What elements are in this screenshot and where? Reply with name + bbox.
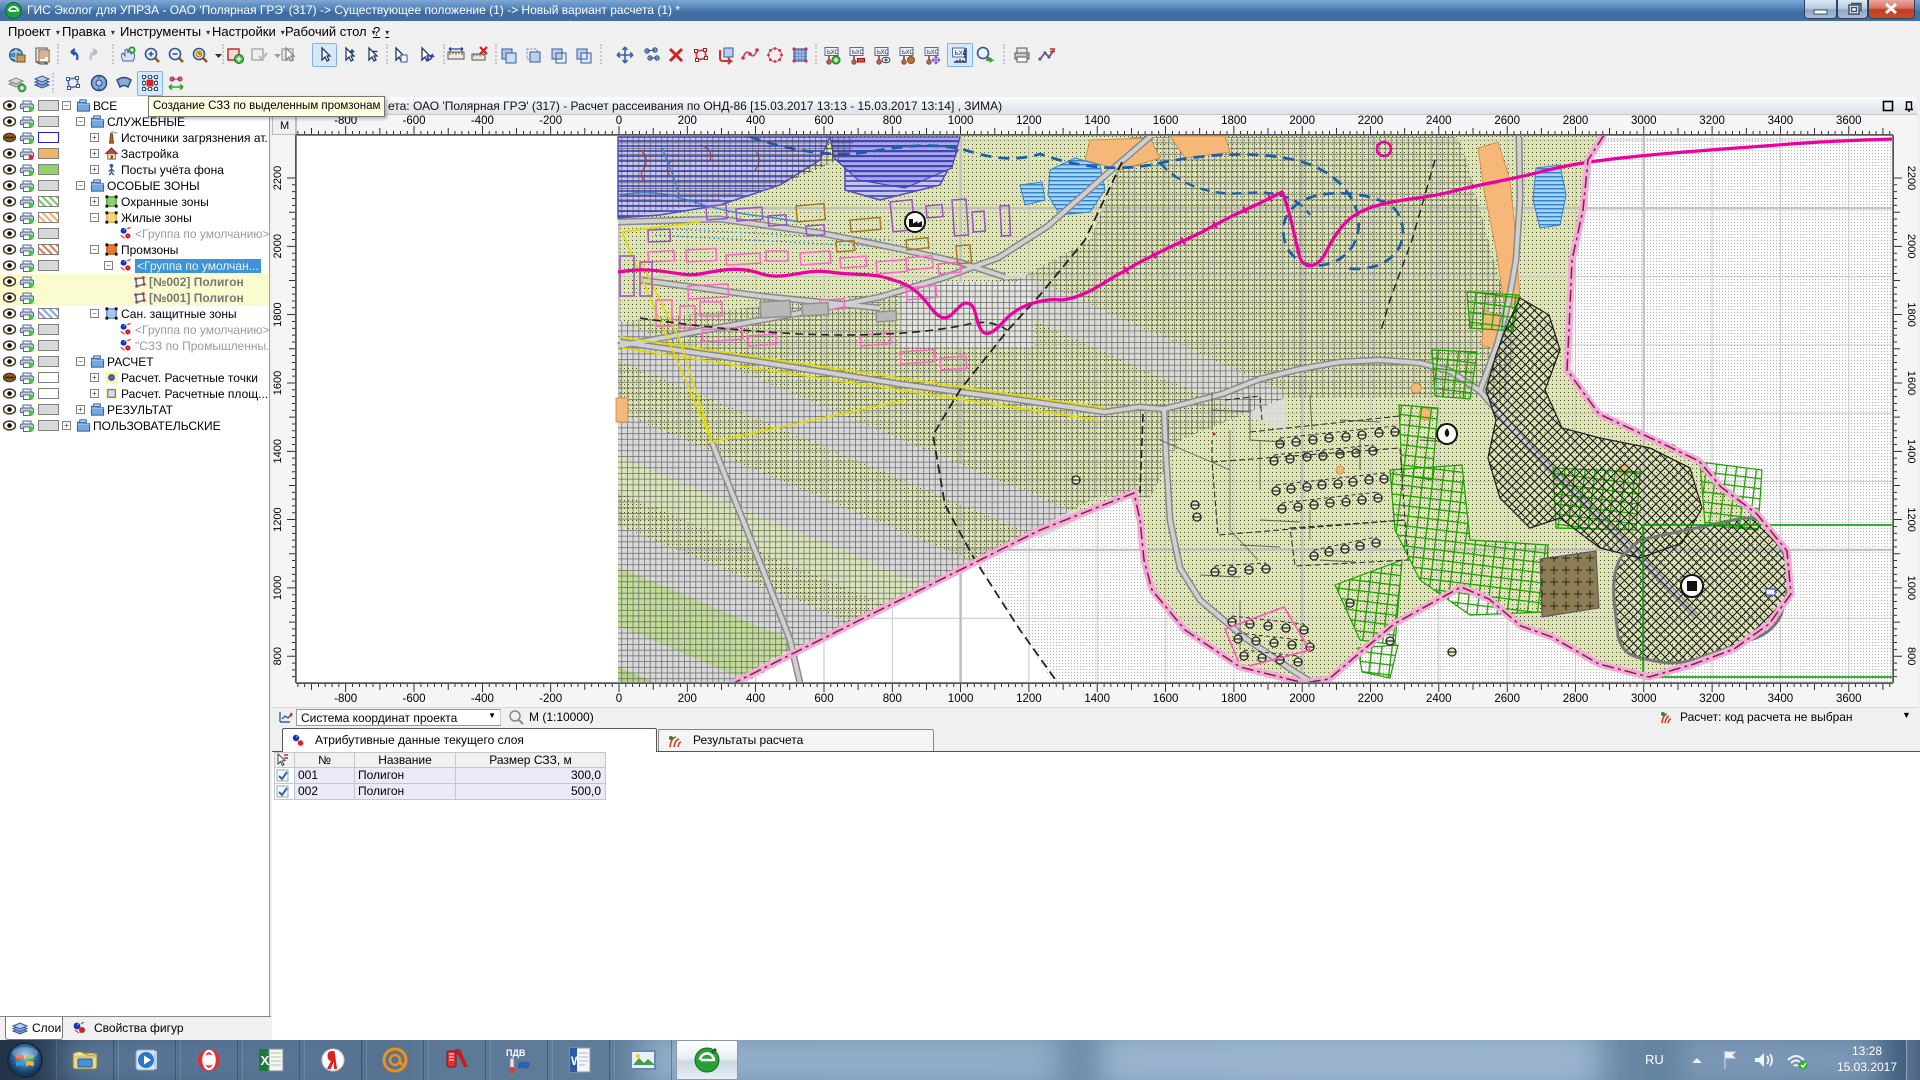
svg-text:2800: 2800: [1563, 693, 1589, 705]
svg-text:1800: 1800: [1221, 115, 1247, 127]
svg-text:0: 0: [616, 115, 622, 127]
svg-text:200: 200: [678, 115, 697, 127]
svg-text:ПДВ: ПДВ: [506, 1048, 526, 1058]
svg-text:2000: 2000: [1289, 693, 1315, 705]
svg-text:ЬХС: ЬХС: [877, 50, 889, 56]
svg-text:1000: 1000: [948, 115, 974, 127]
svg-text:1200: 1200: [1016, 693, 1042, 705]
svg-text:1800: 1800: [1905, 302, 1917, 326]
svg-text:1600: 1600: [1153, 115, 1179, 127]
svg-text:0: 0: [616, 693, 622, 705]
svg-text:2200: 2200: [1905, 166, 1917, 190]
svg-text:400: 400: [746, 115, 765, 127]
svg-text:-800: -800: [334, 693, 357, 705]
svg-text:2200: 2200: [272, 166, 284, 190]
svg-text:ЬХС: ЬХС: [902, 50, 914, 56]
svg-text:X: X: [261, 1053, 270, 1068]
svg-text:-600: -600: [402, 693, 425, 705]
svg-text:2200: 2200: [1358, 115, 1384, 127]
svg-text:800: 800: [1905, 647, 1917, 665]
svg-text:ЬХС: ЬХС: [827, 50, 839, 56]
svg-text:3000: 3000: [1631, 693, 1657, 705]
svg-text:1000: 1000: [1905, 576, 1917, 600]
svg-text:-200: -200: [539, 693, 562, 705]
svg-text:600: 600: [814, 115, 833, 127]
svg-text:2800: 2800: [1563, 115, 1589, 127]
svg-text:200: 200: [678, 693, 697, 705]
svg-text:1400: 1400: [1084, 693, 1110, 705]
svg-text:600: 600: [814, 693, 833, 705]
svg-text:3400: 3400: [1768, 115, 1794, 127]
svg-text:800: 800: [272, 647, 284, 665]
svg-text:-400: -400: [471, 115, 494, 127]
svg-text:800: 800: [883, 115, 902, 127]
svg-text:1200: 1200: [272, 507, 284, 531]
svg-text:1400: 1400: [1905, 439, 1917, 463]
svg-text:1800: 1800: [1221, 693, 1247, 705]
svg-text:-600: -600: [402, 115, 425, 127]
svg-text:2000: 2000: [272, 234, 284, 258]
svg-text:3400: 3400: [1768, 693, 1794, 705]
svg-text:ЬХС: ЬХС: [852, 50, 864, 56]
svg-text:1200: 1200: [1905, 507, 1917, 531]
svg-text:2000: 2000: [1905, 234, 1917, 258]
svg-text:2600: 2600: [1494, 115, 1520, 127]
svg-text:2400: 2400: [1426, 693, 1452, 705]
svg-text:2400: 2400: [1426, 115, 1452, 127]
svg-text:-200: -200: [539, 115, 562, 127]
svg-text:1600: 1600: [1153, 693, 1179, 705]
svg-text:М: М: [280, 120, 289, 132]
svg-text:1400: 1400: [272, 439, 284, 463]
svg-text:3600: 3600: [1836, 693, 1862, 705]
svg-text:2600: 2600: [1494, 693, 1520, 705]
svg-text:1000: 1000: [272, 576, 284, 600]
svg-text:3600: 3600: [1836, 115, 1862, 127]
svg-text:400: 400: [746, 693, 765, 705]
svg-text:1400: 1400: [1084, 115, 1110, 127]
svg-text:3000: 3000: [1631, 115, 1657, 127]
svg-text:2200: 2200: [1358, 693, 1384, 705]
svg-text:1000: 1000: [948, 693, 974, 705]
svg-text:3200: 3200: [1699, 115, 1725, 127]
svg-text:2000: 2000: [1289, 115, 1315, 127]
svg-text:ЬХС: ЬХС: [927, 50, 939, 56]
svg-text:1200: 1200: [1016, 115, 1042, 127]
svg-text:800: 800: [883, 693, 902, 705]
svg-text:-400: -400: [471, 693, 494, 705]
svg-text:1800: 1800: [272, 302, 284, 326]
svg-text:1600: 1600: [272, 371, 284, 395]
svg-text:1600: 1600: [1905, 371, 1917, 395]
svg-text:3200: 3200: [1699, 693, 1725, 705]
